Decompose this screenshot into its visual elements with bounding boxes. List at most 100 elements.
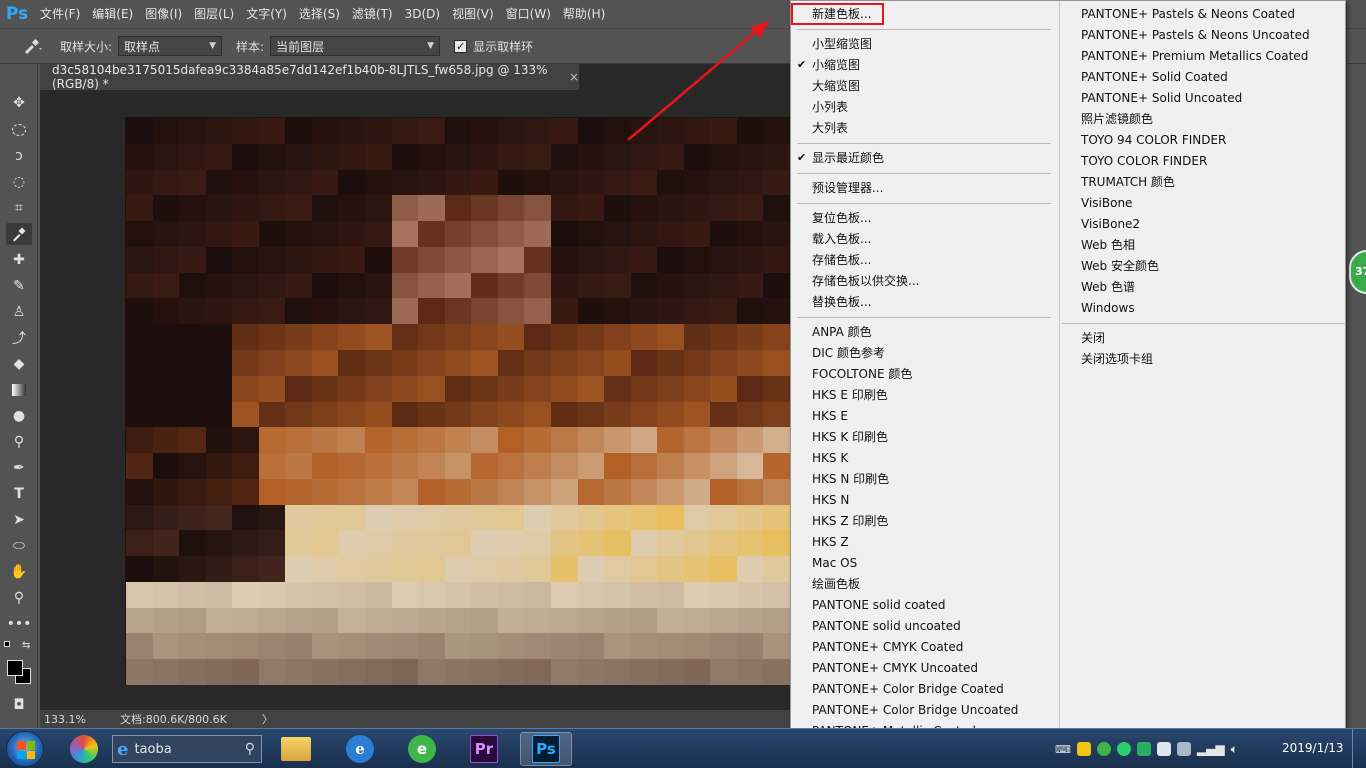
quick-select-tool-icon[interactable]: ◌ bbox=[6, 171, 32, 193]
menu-item[interactable]: PANTONE+ Pastels & Neons Uncoated bbox=[1081, 25, 1310, 46]
menu-item[interactable]: Web 色谱 bbox=[1081, 277, 1135, 298]
menu-item[interactable]: HKS E bbox=[812, 406, 848, 427]
menu-item[interactable]: Web 安全颜色 bbox=[1081, 256, 1159, 277]
menu-item[interactable]: PANTONE+ CMYK Uncoated bbox=[812, 658, 978, 679]
brush-tool-icon[interactable]: ✎ bbox=[6, 275, 32, 297]
menu-item[interactable]: HKS K 印刷色 bbox=[812, 427, 888, 448]
menu-item[interactable]: TOYO 94 COLOR FINDER bbox=[1081, 130, 1226, 151]
search-icon[interactable]: ⚲ bbox=[245, 741, 255, 757]
menu-item[interactable]: PANTONE+ Solid Coated bbox=[1081, 67, 1228, 88]
close-icon[interactable]: × bbox=[569, 70, 579, 84]
blur-tool-icon[interactable]: ● bbox=[6, 405, 32, 427]
menu-item[interactable]: PANTONE+ Premium Metallics Coated bbox=[1081, 46, 1308, 67]
menu-item[interactable]: PANTONE+ Color Bridge Uncoated bbox=[812, 700, 1018, 721]
menu-item[interactable]: PANTONE+ Solid Uncoated bbox=[1081, 88, 1242, 109]
tray-browser-icon[interactable] bbox=[1096, 742, 1111, 756]
menu-item[interactable]: 大列表 bbox=[812, 118, 848, 139]
menu-item[interactable]: 关闭选项卡组 bbox=[1081, 349, 1153, 370]
lasso-tool-icon[interactable]: ↄ bbox=[6, 145, 32, 167]
eyedropper-tool-icon[interactable] bbox=[6, 223, 32, 245]
taskbar-360-browser[interactable]: e bbox=[396, 732, 448, 766]
gradient-tool-icon[interactable] bbox=[6, 379, 32, 401]
menu-item[interactable]: 窗口(W) bbox=[500, 0, 557, 28]
menu-item[interactable]: 视图(V) bbox=[446, 0, 500, 28]
menu-item[interactable]: 存储色板以供交换... bbox=[812, 271, 919, 292]
menu-item[interactable]: FOCOLTONE 颜色 bbox=[812, 364, 912, 385]
volume-icon[interactable]: 🔈︎ bbox=[1231, 742, 1238, 757]
menu-item[interactable]: 显示最近颜色 bbox=[812, 148, 884, 169]
menu-item[interactable]: TRUMATCH 颜色 bbox=[1081, 172, 1175, 193]
zoom-level[interactable]: 133.1% bbox=[40, 713, 102, 726]
tray-flag-icon[interactable] bbox=[1156, 742, 1171, 756]
menu-item[interactable]: 3D(D) bbox=[399, 0, 446, 28]
menu-item[interactable]: 图像(I) bbox=[139, 0, 188, 28]
sample-size-select[interactable]: 取样点 ▼ bbox=[118, 36, 223, 56]
menu-item[interactable]: PANTONE+ Color Bridge Coated bbox=[812, 679, 1004, 700]
menu-item[interactable]: 大缩览图 bbox=[812, 76, 860, 97]
menu-item[interactable]: Mac OS bbox=[812, 553, 857, 574]
menu-item[interactable]: 帮助(H) bbox=[557, 0, 611, 28]
show-ring-checkbox[interactable]: ✓ bbox=[454, 39, 468, 53]
document-tab[interactable]: d3c58104be3175015dafea9c3384a85e7dd142ef… bbox=[40, 63, 580, 91]
menu-item[interactable]: 复位色板... bbox=[812, 208, 871, 229]
menu-item[interactable]: 关闭 bbox=[1081, 328, 1105, 349]
menu-item[interactable]: 文字(Y) bbox=[240, 0, 293, 28]
menu-item[interactable]: PANTONE solid uncoated bbox=[812, 616, 961, 637]
menu-item[interactable]: HKS K bbox=[812, 448, 848, 469]
keyboard-icon[interactable]: ⌨ bbox=[1055, 743, 1071, 756]
menu-item[interactable]: VisiBone bbox=[1081, 193, 1132, 214]
menu-item[interactable]: 小型缩览图 bbox=[812, 34, 872, 55]
menu-item[interactable]: 小缩览图 bbox=[812, 55, 860, 76]
marquee-tool-icon[interactable] bbox=[6, 119, 32, 141]
status-menu-arrow[interactable]: 〉 bbox=[262, 711, 273, 727]
zoom-tool-icon[interactable]: ⚲ bbox=[6, 587, 32, 609]
menu-item[interactable]: 文件(F) bbox=[34, 0, 86, 28]
taskbar-ie[interactable]: e bbox=[334, 732, 386, 766]
menu-item[interactable]: DIC 颜色参考 bbox=[812, 343, 885, 364]
menu-item[interactable]: VisiBone2 bbox=[1081, 214, 1140, 235]
sample-select[interactable]: 当前图层 ▼ bbox=[270, 36, 441, 56]
menu-item[interactable]: 滤镜(T) bbox=[346, 0, 399, 28]
menu-item[interactable]: HKS Z bbox=[812, 532, 849, 553]
taskbar-photoshop[interactable]: Ps bbox=[520, 732, 572, 766]
ellipse-tool-icon[interactable]: ⬭ bbox=[6, 535, 32, 557]
quick-mask-icon[interactable]: ◘ bbox=[6, 694, 32, 716]
swap-colors-icon[interactable]: ⇆ bbox=[22, 640, 30, 651]
eraser-tool-icon[interactable]: ◆ bbox=[6, 353, 32, 375]
color-swatches[interactable] bbox=[7, 660, 31, 684]
menu-item[interactable]: 选择(S) bbox=[293, 0, 346, 28]
taskbar-explorer[interactable] bbox=[270, 732, 322, 766]
menu-item[interactable]: 存储色板... bbox=[812, 250, 871, 271]
history-brush-tool-icon[interactable]: ⤴ bbox=[6, 327, 32, 349]
tray-plus-icon[interactable] bbox=[1076, 742, 1091, 756]
clock[interactable]: 2019/1/13 bbox=[1282, 741, 1344, 755]
healing-tool-icon[interactable]: ✚ bbox=[6, 249, 32, 271]
menu-item[interactable]: HKS N bbox=[812, 490, 849, 511]
menu-item[interactable]: 图层(L) bbox=[188, 0, 240, 28]
tray-shield-icon[interactable] bbox=[1136, 742, 1151, 756]
menu-item[interactable]: 照片滤镜颜色 bbox=[1081, 109, 1153, 130]
menu-item[interactable]: 绘画色板 bbox=[812, 574, 860, 595]
taskbar-premiere[interactable]: Pr bbox=[458, 732, 510, 766]
menu-item[interactable]: ANPA 颜色 bbox=[812, 322, 872, 343]
hand-tool-icon[interactable]: ✋ bbox=[6, 561, 32, 583]
menu-item[interactable]: Windows bbox=[1081, 298, 1135, 319]
pen-tool-icon[interactable]: ✒ bbox=[6, 457, 32, 479]
path-select-tool-icon[interactable]: ➤ bbox=[6, 509, 32, 531]
menu-item[interactable]: HKS N 印刷色 bbox=[812, 469, 889, 490]
menu-item[interactable]: 小列表 bbox=[812, 97, 848, 118]
network-icon[interactable]: ▂▄▆ bbox=[1197, 742, 1225, 756]
menu-item[interactable]: TOYO COLOR FINDER bbox=[1081, 151, 1207, 172]
taskbar-pinwheel-app[interactable] bbox=[58, 732, 110, 766]
menu-item[interactable]: 替换色板... bbox=[812, 292, 871, 313]
default-colors-icon[interactable] bbox=[4, 641, 14, 651]
menu-item[interactable]: 预设管理器... bbox=[812, 178, 883, 199]
menu-item[interactable]: PANTONE+ Pastels & Neons Coated bbox=[1081, 4, 1295, 25]
start-button[interactable] bbox=[6, 731, 44, 767]
more-tools-icon[interactable]: ••• bbox=[6, 613, 32, 635]
move-tool-icon[interactable]: ✥ bbox=[6, 92, 32, 114]
tray-monitor-icon[interactable] bbox=[1176, 742, 1191, 756]
image-canvas[interactable] bbox=[125, 117, 790, 685]
stamp-tool-icon[interactable]: ♙ bbox=[6, 301, 32, 323]
tray-360-icon[interactable] bbox=[1116, 742, 1131, 756]
